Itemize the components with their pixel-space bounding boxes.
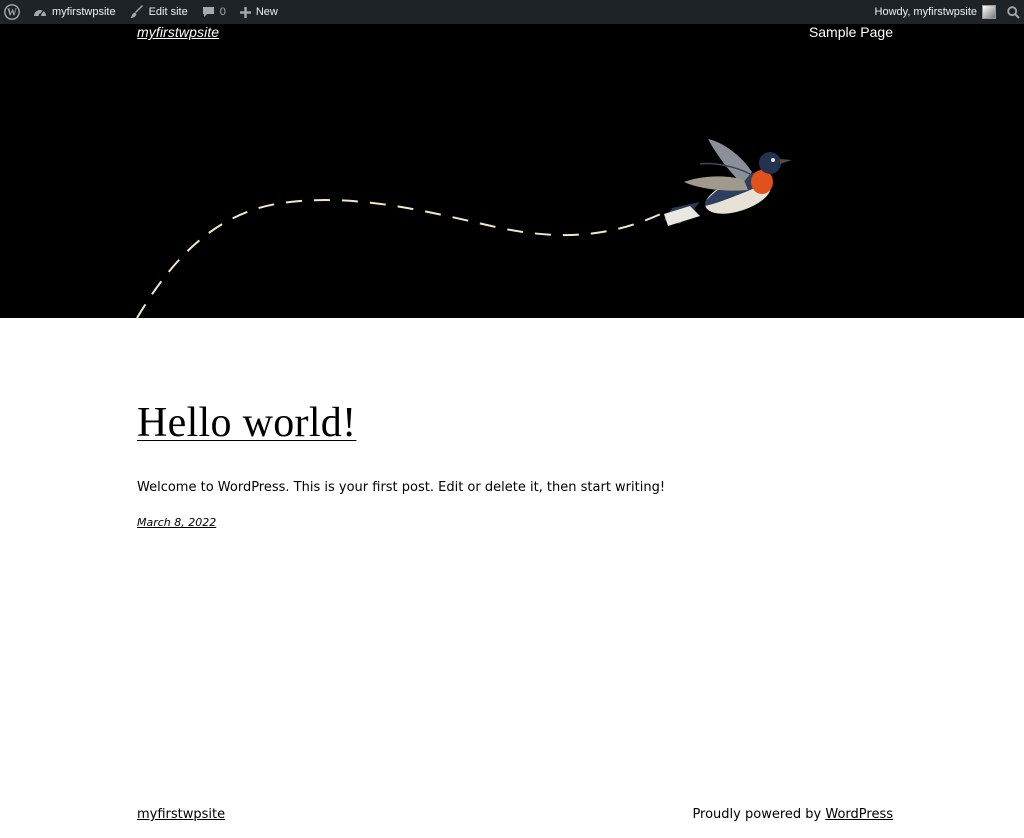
my-account-menu[interactable]: Howdy, myfirstwpsite	[868, 0, 1003, 24]
comments-count: 0	[219, 6, 226, 18]
nav-item-sample-page[interactable]: Sample Page	[809, 24, 893, 40]
footer-site-title-link[interactable]: myfirstwpsite	[137, 806, 225, 824]
post-title-link[interactable]: Hello world!	[137, 396, 356, 450]
brush-icon	[130, 5, 144, 19]
admin-bar: W myfirstwpsite Edit site 0 New Howdy, m…	[0, 0, 1024, 24]
wordpress-menu[interactable]: W	[0, 0, 26, 24]
comment-icon	[202, 6, 215, 18]
admin-search[interactable]	[1003, 0, 1024, 24]
plus-icon	[239, 6, 251, 18]
bird-illustration	[664, 139, 792, 226]
dashboard-icon	[33, 6, 47, 18]
dashed-flight-path	[136, 199, 666, 318]
avatar	[982, 5, 996, 19]
wordpress-link[interactable]: WordPress	[825, 807, 893, 822]
wordpress-icon: W	[4, 4, 20, 20]
howdy-label: Howdy, myfirstwpsite	[874, 6, 977, 18]
post-excerpt: Welcome to WordPress. This is your first…	[137, 480, 666, 495]
edit-site-menu[interactable]: Edit site	[123, 0, 195, 24]
admin-bar-right: Howdy, myfirstwpsite	[868, 0, 1024, 24]
site-header: myfirstwpsite Sample Page	[0, 24, 1024, 318]
footer-credit: Proudly powered by WordPress	[692, 806, 893, 824]
search-icon	[1007, 5, 1020, 19]
svg-text:W: W	[7, 8, 17, 19]
admin-bar-left: W myfirstwpsite Edit site 0 New	[0, 0, 285, 24]
header-illustration	[136, 139, 792, 318]
new-content-menu[interactable]: New	[233, 0, 285, 24]
edit-site-label: Edit site	[148, 6, 188, 18]
post-date-link[interactable]: March 8, 2022	[137, 515, 216, 530]
new-label: New	[255, 6, 278, 18]
powered-by-text: Proudly powered by	[692, 807, 826, 822]
site-name-menu[interactable]: myfirstwpsite	[26, 0, 123, 24]
site-title-link[interactable]: myfirstwpsite	[137, 24, 219, 40]
site-name-label: myfirstwpsite	[52, 6, 116, 18]
comments-menu[interactable]: 0	[195, 0, 233, 24]
